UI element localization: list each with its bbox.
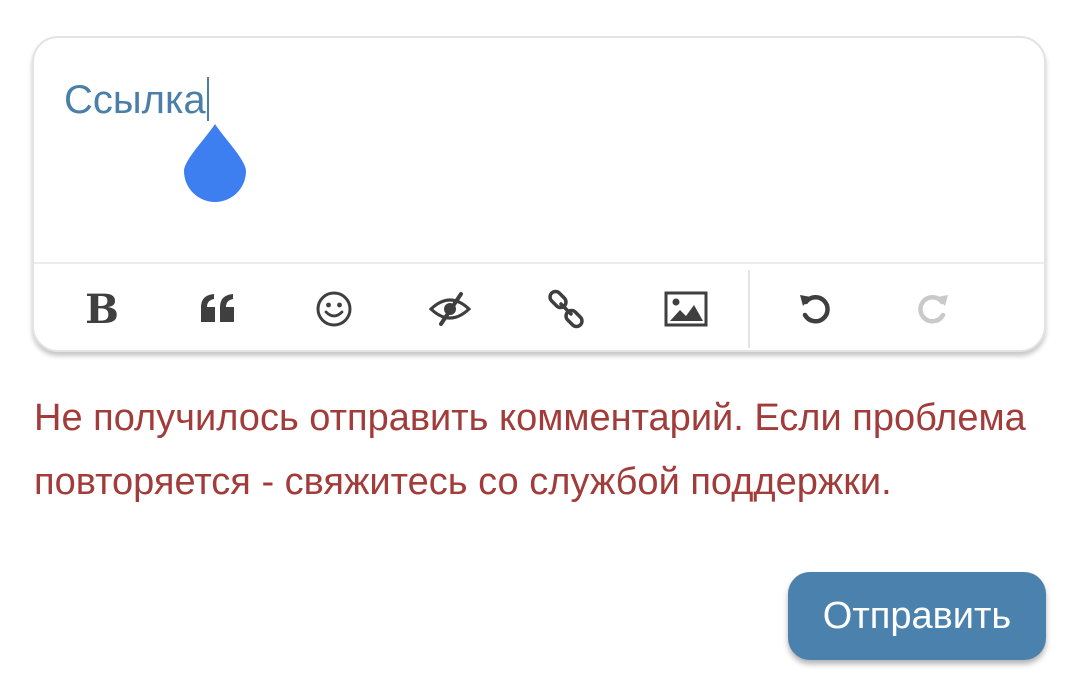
smiley-icon [316,291,352,327]
formatting-toolbar: B [34,262,1044,350]
toolbar-divider [748,270,750,348]
comment-editor: Ссылка B [32,36,1046,352]
text-selection-handle[interactable] [184,124,246,202]
link-icon [548,289,584,329]
spoiler-button[interactable] [422,284,478,334]
quote-button[interactable] [190,284,246,334]
eye-slash-icon [428,292,472,326]
quote-icon [201,294,234,322]
undo-button[interactable] [788,284,844,334]
redo-button[interactable] [904,284,960,334]
emoji-button[interactable] [306,284,362,334]
redo-icon [918,295,948,324]
bold-button[interactable]: B [74,284,130,334]
image-button[interactable] [658,284,714,334]
image-icon [664,291,708,327]
undo-icon [800,295,830,324]
submit-button[interactable]: Отправить [788,572,1046,660]
bold-icon: B [85,285,119,333]
comment-input[interactable]: Ссылка [64,76,209,124]
text-caret [206,77,209,121]
comment-input-text: Ссылка [64,78,206,122]
error-message: Не получилось отправить комментарий. Есл… [34,397,1026,503]
link-button[interactable] [538,284,594,334]
